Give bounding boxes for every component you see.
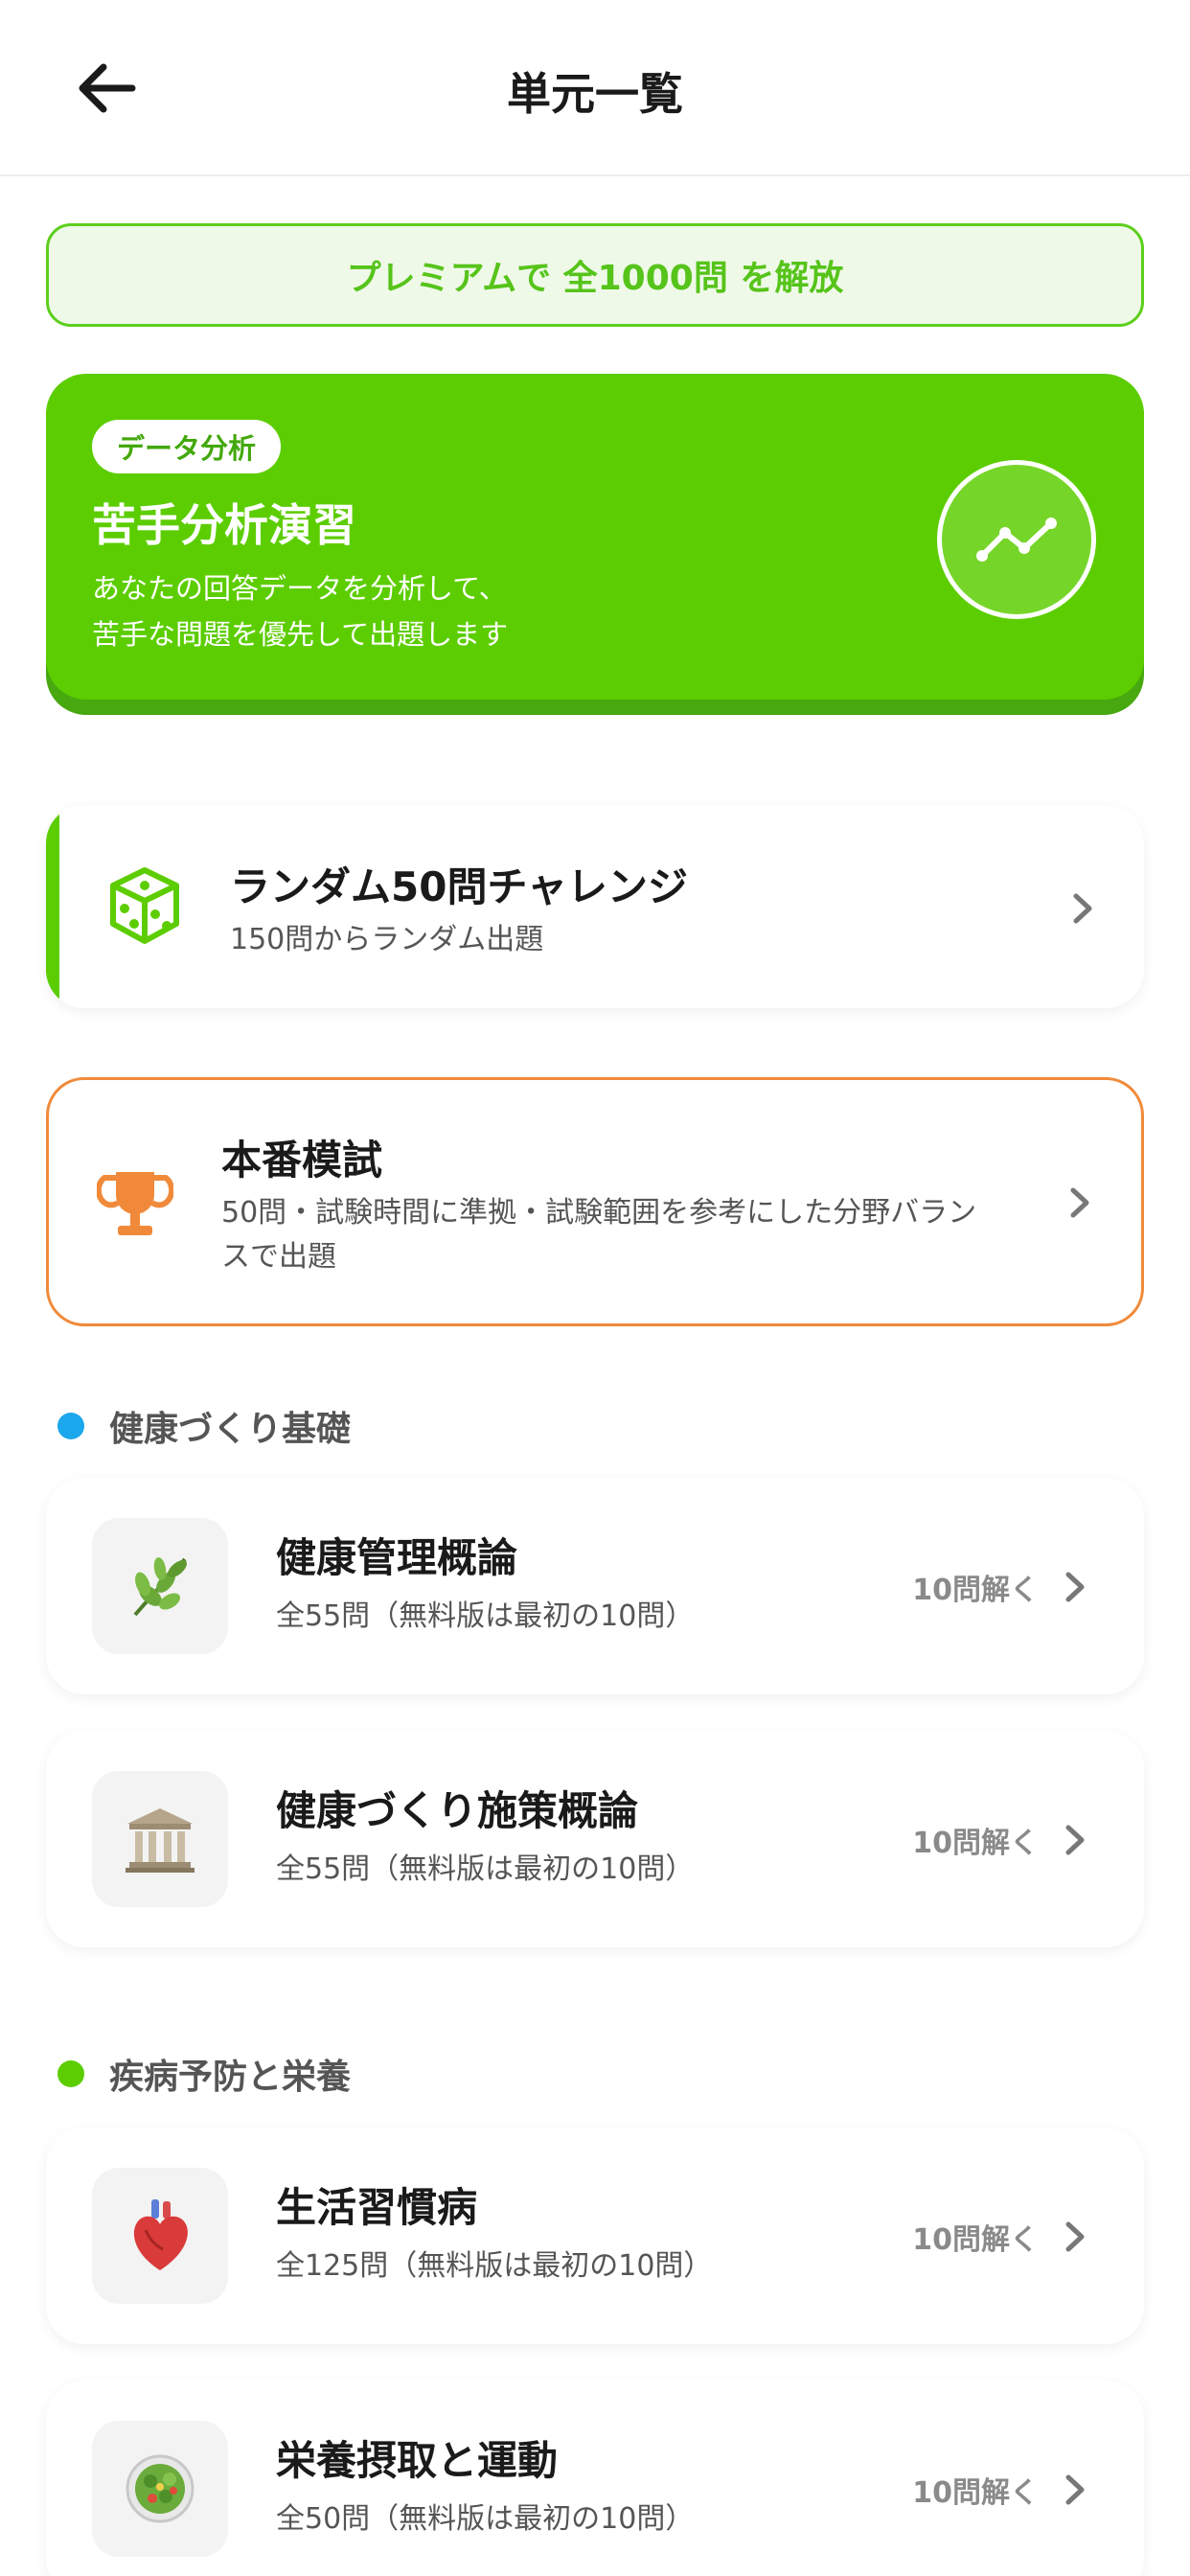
solve-10-label: 10問解く [912, 1574, 1039, 1607]
chevron-right-icon [1056, 2471, 1094, 2509]
page-title: 単元一覧 [507, 68, 683, 120]
exam-subtitle-line: 50問・試験時間に準拠・試験範囲を参考にした分野バラン [221, 1196, 977, 1230]
solve-10-label: 10問解く [912, 1827, 1039, 1860]
weak-analysis-card[interactable]: データ分析 苦手分析演習 あなたの回答データを分析して、 苦手な問題を優先して出… [46, 374, 1144, 700]
exam-title: 本番模試 [221, 1137, 383, 1184]
header: 単元一覧 [0, 0, 1190, 176]
solve-10-label: 10問解く [912, 2223, 1039, 2257]
salad-icon [92, 2421, 228, 2557]
unit-card-nutrition-exercise[interactable]: 栄養摂取と運動 全50問（無料版は最初の10問） 10問解く [46, 2380, 1144, 2576]
premium-unlock-button[interactable]: プレミアムで 全1000問 を解放 [46, 223, 1144, 327]
unit-subtitle: 全55問（無料版は最初の10問） [276, 1852, 695, 1886]
chevron-right-icon [1064, 889, 1102, 928]
exam-subtitle-line: スで出題 [221, 1240, 336, 1274]
section-label: 健康づくり基礎 [109, 1410, 352, 1449]
section-header-disease-prevention: 疾病予防と栄養 [57, 2049, 351, 2099]
chevron-right-icon [1056, 1821, 1094, 1859]
solve-10-label: 10問解く [912, 2476, 1039, 2510]
unit-card-health-policy[interactable]: 健康づくり施策概論 全55問（無料版は最初の10問） 10問解く [46, 1731, 1144, 1947]
anatomical-heart-icon [92, 2168, 228, 2304]
herb-icon [92, 1518, 228, 1654]
random-challenge-card[interactable]: ランダム50問チャレンジ 150問からランダム出題 [46, 805, 1144, 1008]
analysis-badge: データ分析 [92, 420, 282, 473]
analysis-description-line: あなたの回答データを分析して、 [92, 572, 507, 605]
accent-bar [46, 805, 59, 1008]
section-label: 疾病予防と栄養 [109, 2058, 352, 2097]
analysis-title: 苦手分析演習 [92, 499, 356, 551]
exam-subtitle: 50問・試験時間に準拠・試験範囲を参考にした分野バラン スで出題 [221, 1191, 1045, 1279]
mock-exam-card[interactable]: 本番模試 50問・試験時間に準拠・試験範囲を参考にした分野バラン スで出題 [46, 1077, 1144, 1326]
section-dot [57, 1413, 84, 1439]
dice-icon [107, 866, 182, 949]
chevron-right-icon [1056, 2218, 1094, 2256]
analysis-description-line: 苦手な問題を優先して出題します [92, 618, 509, 651]
trophy-icon [95, 1166, 175, 1247]
chevron-right-icon [1061, 1184, 1099, 1222]
chevron-right-icon [1056, 1568, 1094, 1606]
analysis-description: あなたの回答データを分析して、 苦手な問題を優先して出題します [92, 565, 916, 657]
unit-list-screen: 単元一覧 プレミアムで 全1000問 を解放 データ分析 苦手分析演習 あなたの… [0, 0, 1190, 2576]
classical-building-icon [92, 1771, 228, 1907]
trend-line-icon [937, 460, 1096, 619]
unit-card-health-management[interactable]: 健康管理概論 全55問（無料版は最初の10問） 10問解く [46, 1478, 1144, 1694]
random-title: ランダム50問チャレンジ [230, 863, 689, 910]
unit-title: 健康づくり施策概論 [276, 1787, 639, 1834]
random-subtitle: 150問からランダム出題 [230, 923, 544, 956]
unit-title: 栄養摂取と運動 [276, 2437, 559, 2484]
section-header-health-basics: 健康づくり基礎 [57, 1401, 351, 1451]
unit-card-lifestyle-disease[interactable]: 生活習慣病 全125問（無料版は最初の10問） 10問解く [46, 2128, 1144, 2344]
section-dot [57, 2060, 84, 2087]
unit-subtitle: 全55問（無料版は最初の10問） [276, 1599, 695, 1633]
unit-title: 健康管理概論 [276, 1534, 518, 1581]
unit-subtitle: 全50問（無料版は最初の10問） [276, 2502, 695, 2536]
unit-title: 生活習慣病 [276, 2184, 478, 2231]
unit-subtitle: 全125問（無料版は最初の10問） [276, 2249, 713, 2283]
